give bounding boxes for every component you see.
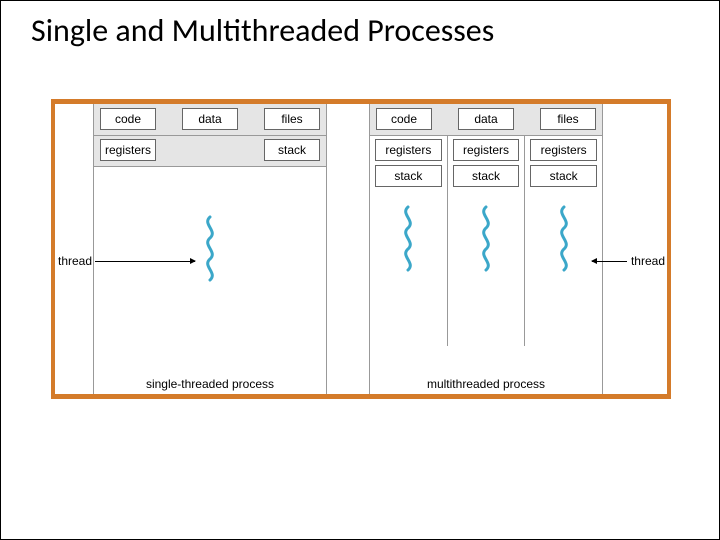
thread-label-left: thread	[58, 254, 92, 268]
thread-icon	[477, 205, 495, 275]
single-threaded-process: code data files registers stack single-t…	[93, 104, 327, 394]
data-box: data	[458, 108, 514, 130]
files-box: files	[540, 108, 596, 130]
registers-box: registers	[530, 139, 597, 161]
code-box: code	[376, 108, 432, 130]
thread-wave-container	[530, 205, 597, 275]
thread-columns: registers stack registers stack	[370, 136, 602, 346]
slide: Single and Multithreaded Processes code …	[0, 0, 720, 540]
thread-resources-row: registers stack	[94, 136, 326, 167]
thread-column: registers stack	[525, 136, 602, 346]
thread-wave-container	[453, 205, 520, 275]
registers-box: registers	[453, 139, 520, 161]
shared-resources-row: code data files	[94, 104, 326, 136]
shared-resources-row: code data files	[370, 104, 602, 136]
slide-title: Single and Multithreaded Processes	[1, 1, 719, 50]
thread-icon	[555, 205, 573, 275]
caption-multi: multithreaded process	[370, 377, 602, 391]
files-box: files	[264, 108, 320, 130]
registers-box: registers	[100, 139, 156, 161]
thread-wave-container	[94, 215, 326, 285]
code-box: code	[100, 108, 156, 130]
process-diagram: code data files registers stack single-t…	[51, 99, 671, 399]
caption-single: single-threaded process	[94, 377, 326, 391]
thread-icon	[399, 205, 417, 275]
multithreaded-process: code data files registers stack register…	[369, 104, 603, 394]
thread-column: registers stack	[448, 136, 526, 346]
thread-column: registers stack	[370, 136, 448, 346]
stack-box: stack	[375, 165, 442, 187]
registers-box: registers	[375, 139, 442, 161]
data-box: data	[182, 108, 238, 130]
thread-wave-container	[375, 205, 442, 275]
thread-label-right: thread	[631, 254, 665, 268]
stack-box: stack	[453, 165, 520, 187]
arrow-icon	[95, 261, 195, 262]
stack-box: stack	[530, 165, 597, 187]
stack-box: stack	[264, 139, 320, 161]
arrow-icon	[592, 261, 627, 262]
thread-icon	[201, 215, 219, 285]
